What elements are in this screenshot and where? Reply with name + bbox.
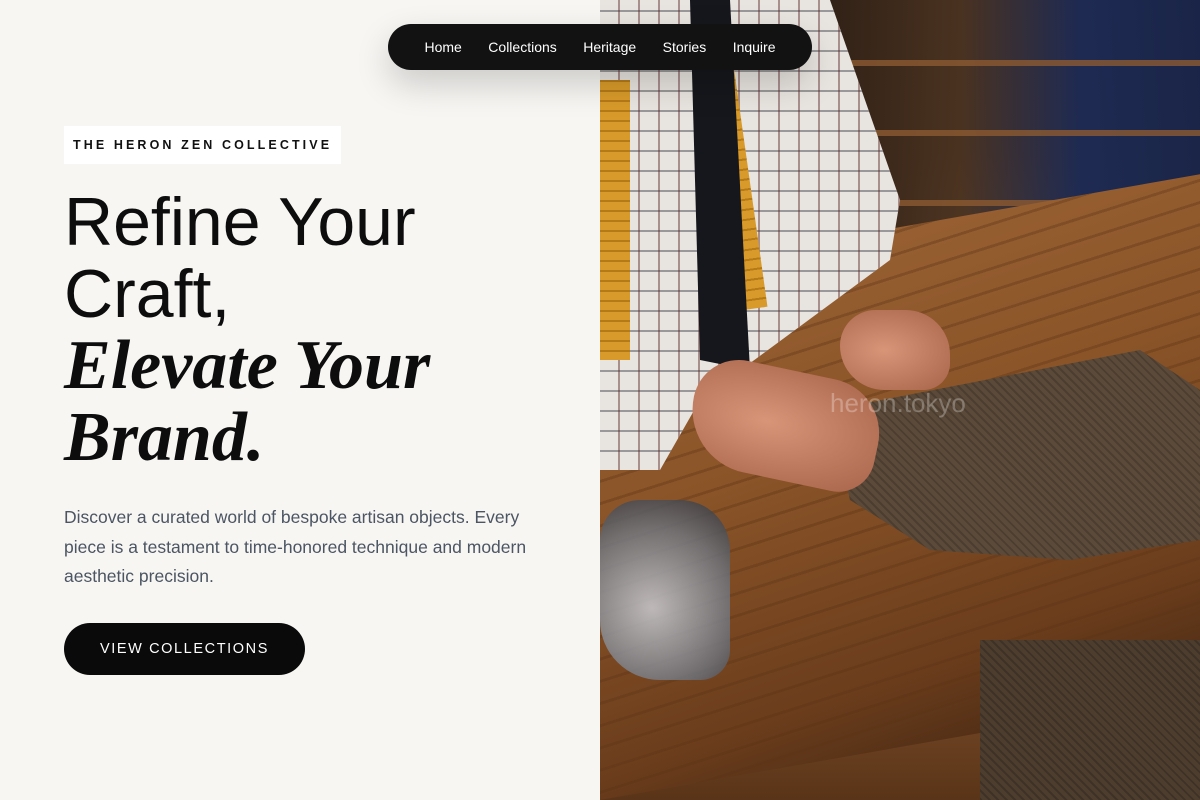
headline-line-refine: Refine Your <box>64 184 416 260</box>
tweed-fabric-offcut <box>980 640 1200 800</box>
brand-eyebrow-label: THE HERON ZEN COLLECTIVE <box>64 126 342 164</box>
hero-image: heron.tokyo <box>600 0 1200 800</box>
tailor-hand <box>840 310 950 390</box>
main-navigation: Home Collections Heritage Stories Inquir… <box>388 24 812 70</box>
nav-link-inquire[interactable]: Inquire <box>733 39 776 55</box>
nav-link-stories[interactable]: Stories <box>663 39 707 55</box>
headline-line-craft: Craft, <box>64 256 231 332</box>
view-collections-button[interactable]: VIEW COLLECTIONS <box>64 623 305 675</box>
nav-link-heritage[interactable]: Heritage <box>583 39 636 55</box>
tailor-shears <box>600 500 730 680</box>
headline-line-brand: Brand. <box>64 399 265 476</box>
nav-link-home[interactable]: Home <box>424 39 461 55</box>
image-watermark: heron.tokyo <box>830 388 966 418</box>
headline-line-elevate: Elevate Your <box>64 327 431 404</box>
measuring-tape <box>600 80 630 360</box>
nav-link-collections[interactable]: Collections <box>488 39 556 55</box>
hero-headline: Refine Your Craft, Elevate Your Brand. <box>64 186 584 474</box>
shelf-edge <box>800 60 1200 66</box>
hero-description: Discover a curated world of bespoke arti… <box>64 507 527 586</box>
hero-content-panel: THE HERON ZEN COLLECTIVE Refine Your Cra… <box>0 0 600 800</box>
